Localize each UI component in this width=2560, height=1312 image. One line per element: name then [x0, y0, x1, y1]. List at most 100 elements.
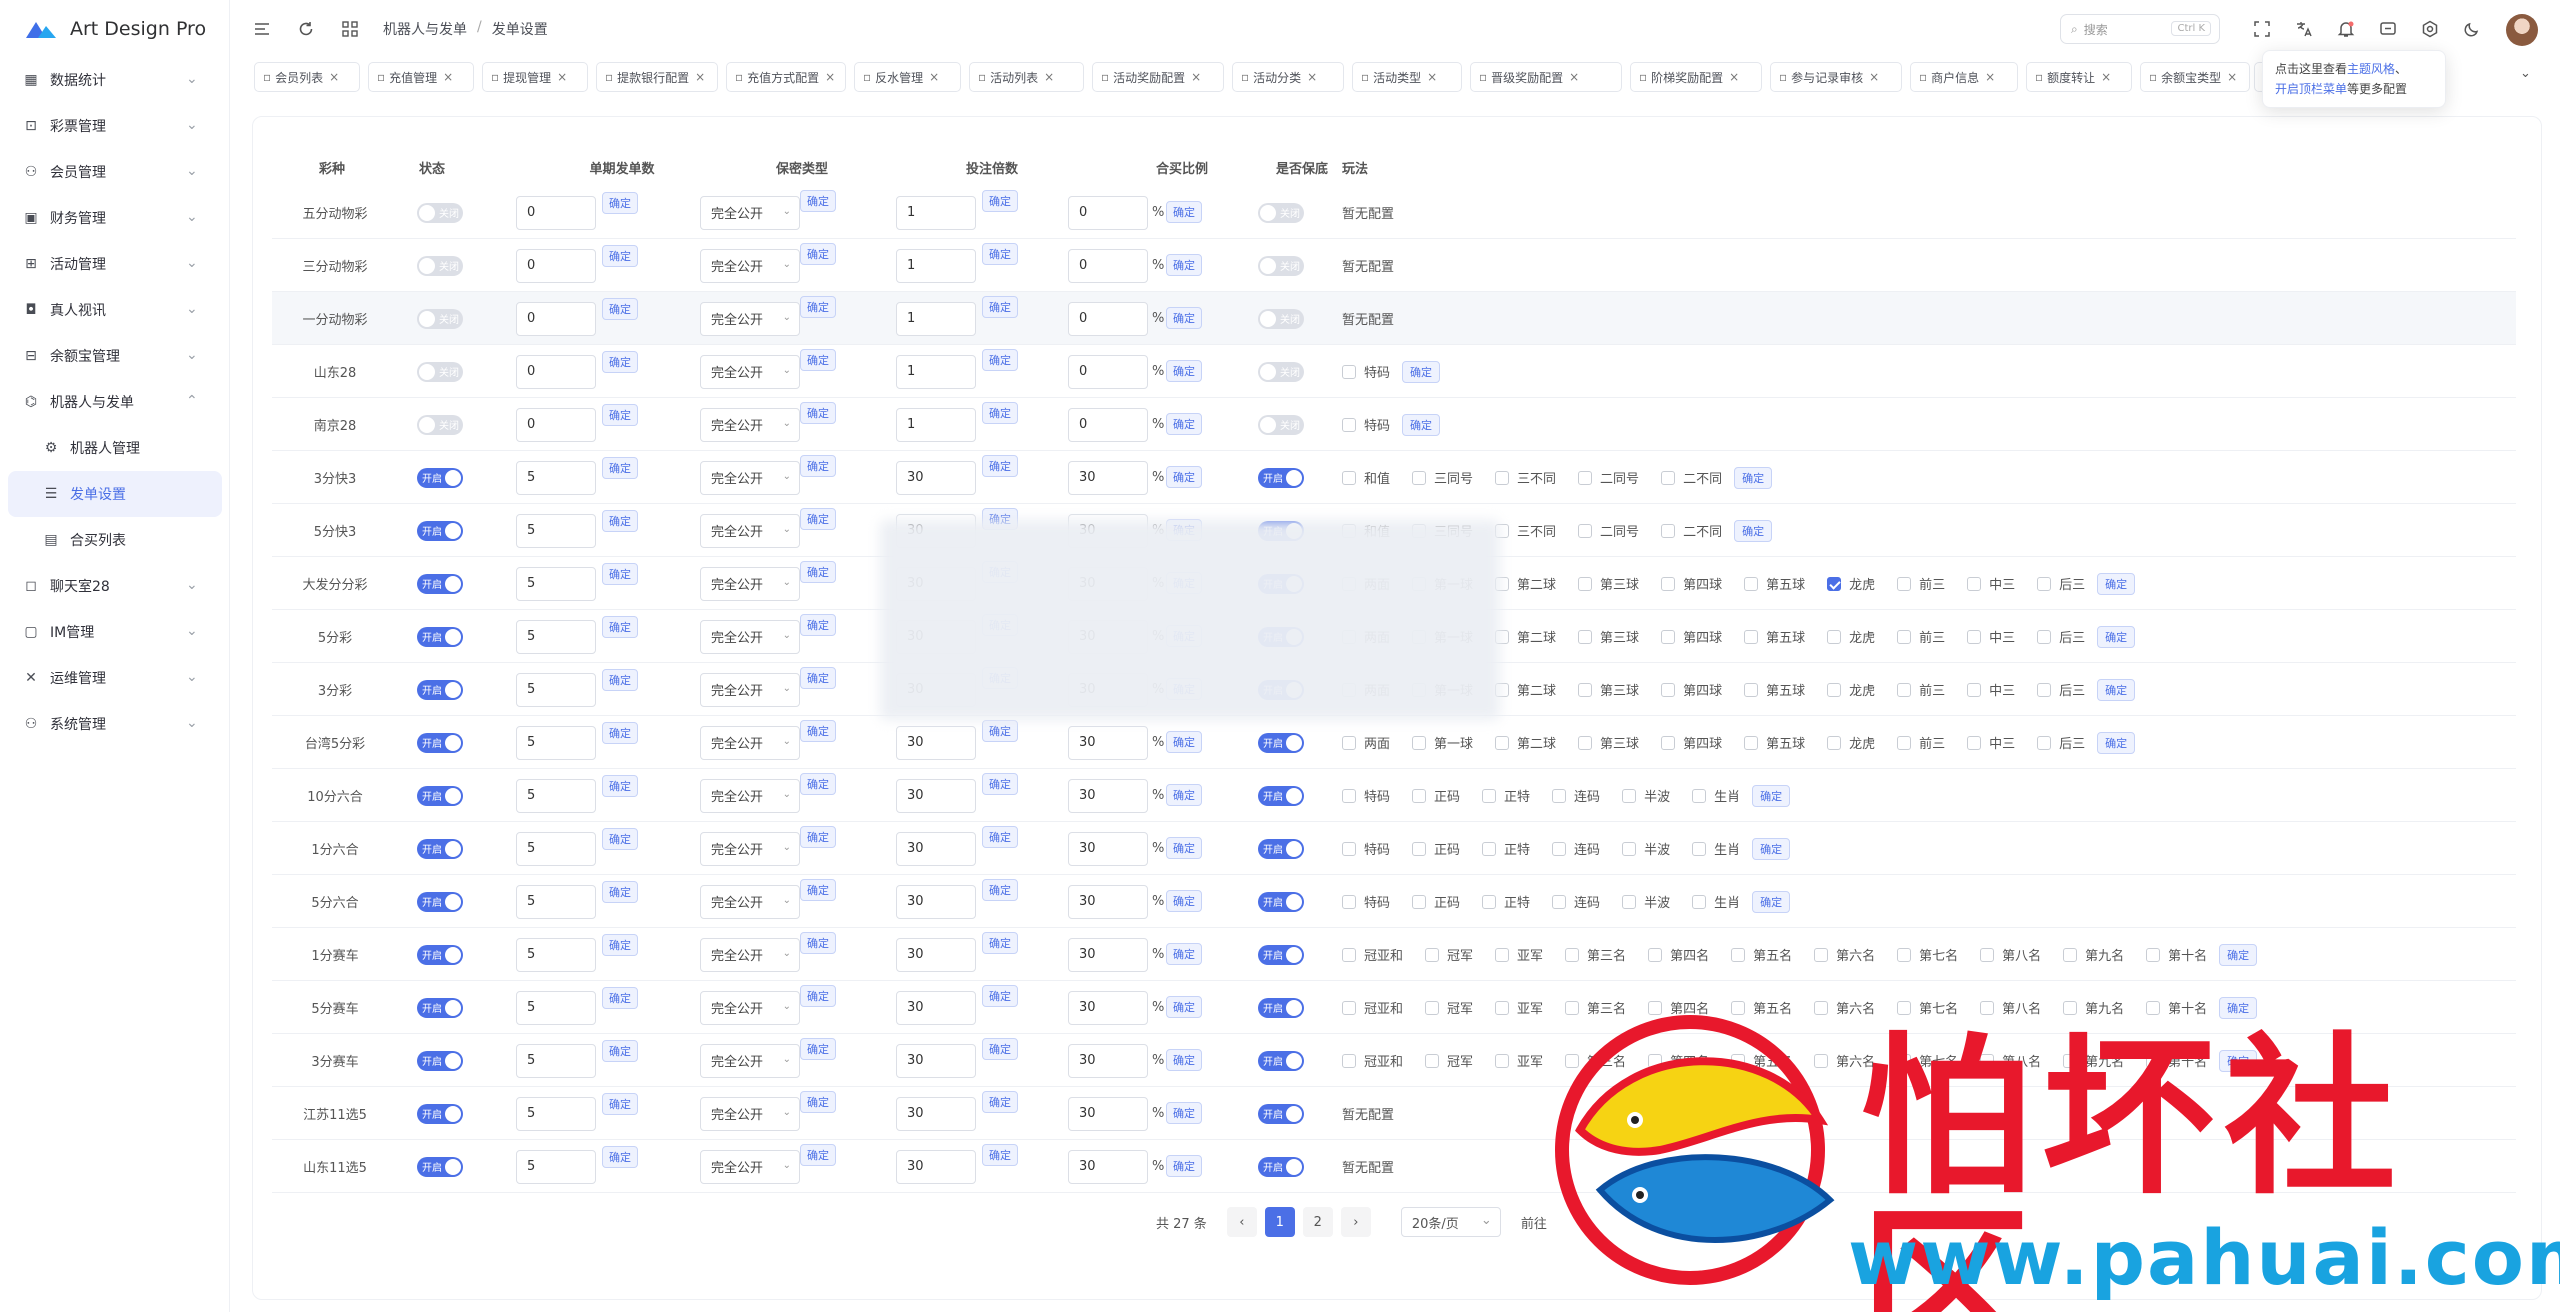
play-checkbox[interactable]	[1482, 841, 1497, 856]
play-checkbox[interactable]	[1814, 947, 1829, 962]
secret-type-select[interactable]: 完全公开 ⌄	[700, 1149, 800, 1184]
play-checkbox[interactable]	[1412, 841, 1427, 856]
search-input[interactable]: ⌕ 搜索 Ctrl K	[2060, 14, 2220, 44]
sidebar-item-3[interactable]: ▣ 财务管理 ⌄	[0, 195, 230, 241]
play-checkbox[interactable]	[2037, 629, 2052, 644]
secret-type-select[interactable]: 完全公开 ⌄	[700, 513, 800, 548]
multiple-input[interactable]: 30	[896, 1149, 976, 1184]
sidebar-item-13[interactable]: ✕ 运维管理 ⌄	[0, 655, 230, 701]
close-icon[interactable]: ×	[2227, 70, 2237, 84]
secret-type-select[interactable]: 完全公开 ⌄	[700, 990, 800, 1025]
sidebar-item-8[interactable]: ⚙ 机器人管理	[0, 425, 230, 471]
play-confirm-button[interactable]: 确定	[2097, 731, 2136, 754]
confirm-button[interactable]: 确定	[602, 457, 638, 479]
tab-12[interactable]: ▫ 参与记录审核 ×	[1770, 62, 1902, 92]
play-checkbox[interactable]	[2037, 735, 2052, 750]
guarantee-switch[interactable]: 关闭	[1258, 202, 1304, 223]
sidebar-item-9[interactable]: ☰ 发单设置	[8, 471, 222, 517]
guarantee-switch[interactable]: 开启	[1258, 732, 1304, 753]
play-confirm-button[interactable]: 确定	[2219, 943, 2258, 966]
ratio-input[interactable]: 0	[1068, 248, 1148, 283]
status-switch[interactable]: 开启	[417, 573, 463, 594]
order-count-input[interactable]: 5	[516, 1043, 596, 1078]
confirm-button[interactable]: 确定	[982, 773, 1018, 795]
confirm-button[interactable]: 确定	[982, 296, 1018, 318]
confirm-button[interactable]: 确定	[1166, 731, 1202, 753]
secret-type-select[interactable]: 完全公开 ⌄	[700, 672, 800, 707]
ratio-input[interactable]: 0	[1068, 301, 1148, 336]
confirm-button[interactable]: 确定	[800, 985, 836, 1007]
play-checkbox[interactable]	[1827, 576, 1842, 591]
close-icon[interactable]: ×	[1307, 70, 1317, 84]
notification-bell-icon[interactable]	[2334, 17, 2358, 41]
tab-10[interactable]: ▫ 晋级奖励配置 ×	[1470, 62, 1622, 92]
play-checkbox[interactable]	[1661, 735, 1676, 750]
multiple-input[interactable]: 1	[896, 301, 976, 336]
order-count-input[interactable]: 5	[516, 460, 596, 495]
order-count-input[interactable]: 0	[516, 407, 596, 442]
play-checkbox[interactable]	[1827, 629, 1842, 644]
multiple-input[interactable]: 30	[896, 937, 976, 972]
guarantee-switch[interactable]: 开启	[1258, 838, 1304, 859]
order-count-input[interactable]: 5	[516, 1096, 596, 1131]
sidebar-item-4[interactable]: ⊞ 活动管理 ⌄	[0, 241, 230, 287]
ratio-input[interactable]: 30	[1068, 1149, 1148, 1184]
play-confirm-button[interactable]: 确定	[1402, 360, 1441, 383]
play-checkbox[interactable]	[1425, 947, 1440, 962]
play-confirm-button[interactable]: 确定	[1402, 413, 1441, 436]
play-checkbox[interactable]	[1412, 894, 1427, 909]
confirm-button[interactable]: 确定	[982, 1144, 1018, 1166]
ratio-input[interactable]: 30	[1068, 831, 1148, 866]
confirm-button[interactable]: 确定	[800, 720, 836, 742]
status-switch[interactable]: 开启	[417, 467, 463, 488]
play-checkbox[interactable]	[1897, 629, 1912, 644]
ratio-input[interactable]: 30	[1068, 778, 1148, 813]
play-checkbox[interactable]	[1661, 576, 1676, 591]
guarantee-switch[interactable]: 关闭	[1258, 308, 1304, 329]
play-checkbox[interactable]	[2037, 576, 2052, 591]
tab-11[interactable]: ▫ 阶梯奖励配置 ×	[1630, 62, 1762, 92]
ratio-input[interactable]: 30	[1068, 1043, 1148, 1078]
tab-8[interactable]: ▫ 活动分类 ×	[1232, 62, 1344, 92]
play-checkbox[interactable]	[1744, 629, 1759, 644]
fullscreen-icon[interactable]	[2250, 17, 2274, 41]
status-switch[interactable]: 关闭	[417, 308, 463, 329]
ratio-input[interactable]: 30	[1068, 1096, 1148, 1131]
play-confirm-button[interactable]: 确定	[1752, 784, 1791, 807]
close-icon[interactable]: ×	[695, 70, 705, 84]
confirm-button[interactable]: 确定	[1166, 201, 1202, 223]
play-checkbox[interactable]	[1827, 735, 1842, 750]
confirm-button[interactable]: 确定	[602, 298, 638, 320]
play-checkbox[interactable]	[1661, 470, 1676, 485]
play-checkbox[interactable]	[1661, 682, 1676, 697]
sidebar-item-11[interactable]: ◻ 聊天室28 ⌄	[0, 563, 230, 609]
confirm-button[interactable]: 确定	[982, 455, 1018, 477]
play-checkbox[interactable]	[2146, 947, 2161, 962]
order-count-input[interactable]: 5	[516, 672, 596, 707]
tab-0[interactable]: ▫ 会员列表 ×	[254, 62, 360, 92]
close-icon[interactable]: ×	[329, 70, 339, 84]
confirm-button[interactable]: 确定	[982, 349, 1018, 371]
confirm-button[interactable]: 确定	[602, 351, 638, 373]
confirm-button[interactable]: 确定	[800, 243, 836, 265]
play-checkbox[interactable]	[1495, 735, 1510, 750]
status-switch[interactable]: 关闭	[417, 202, 463, 223]
confirm-button[interactable]: 确定	[982, 243, 1018, 265]
confirm-button[interactable]: 确定	[800, 190, 836, 212]
order-count-input[interactable]: 5	[516, 831, 596, 866]
play-checkbox[interactable]	[1578, 576, 1593, 591]
secret-type-select[interactable]: 完全公开 ⌄	[700, 778, 800, 813]
secret-type-select[interactable]: 完全公开 ⌄	[700, 725, 800, 760]
ratio-input[interactable]: 0	[1068, 195, 1148, 230]
order-count-input[interactable]: 5	[516, 1149, 596, 1184]
status-switch[interactable]: 开启	[417, 732, 463, 753]
multiple-input[interactable]: 30	[896, 460, 976, 495]
guarantee-switch[interactable]: 关闭	[1258, 414, 1304, 435]
status-switch[interactable]: 开启	[417, 944, 463, 965]
confirm-button[interactable]: 确定	[1166, 1049, 1202, 1071]
secret-type-select[interactable]: 完全公开 ⌄	[700, 460, 800, 495]
tab-2[interactable]: ▫ 提现管理 ×	[482, 62, 588, 92]
play-checkbox[interactable]	[1495, 470, 1510, 485]
order-count-input[interactable]: 5	[516, 566, 596, 601]
close-icon[interactable]: ×	[1569, 70, 1579, 84]
